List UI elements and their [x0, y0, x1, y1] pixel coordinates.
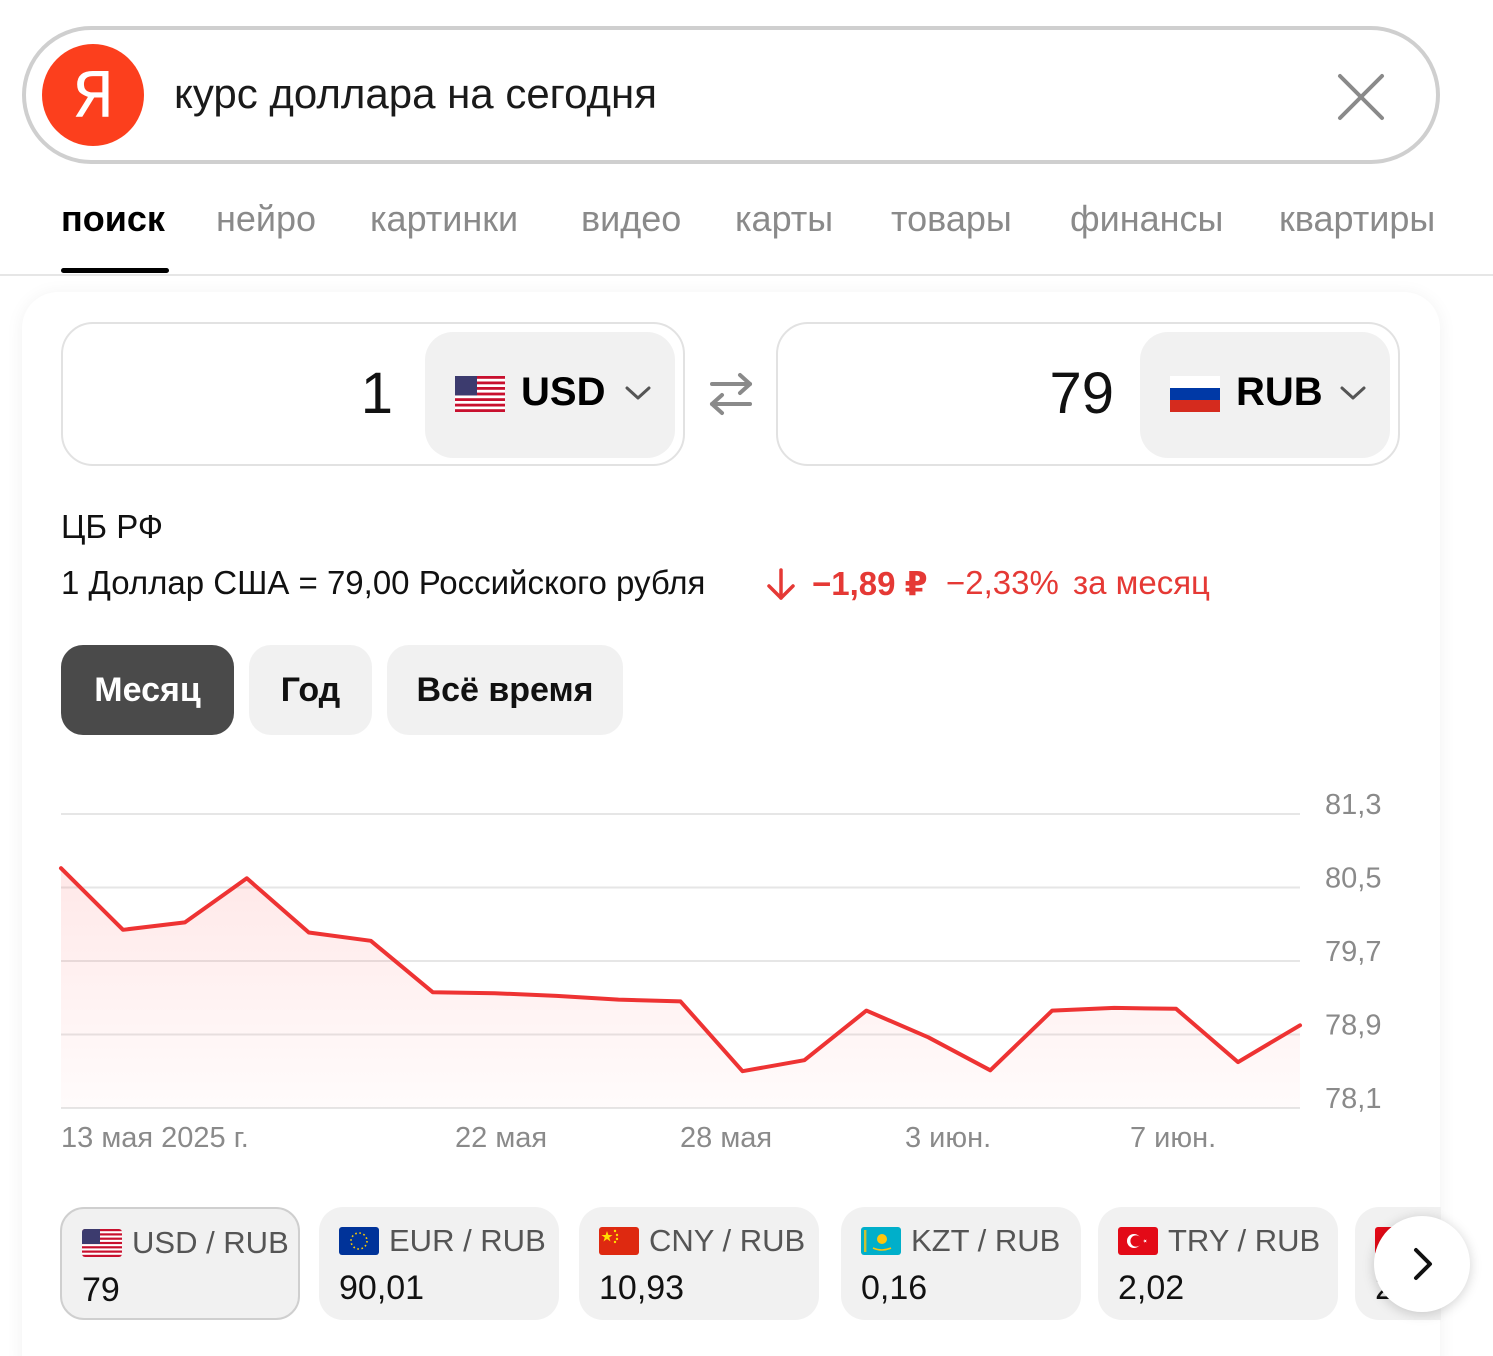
pair-kzt-rub[interactable]: KZT / RUB 0,16 [841, 1207, 1081, 1320]
rate-summary: 1 Доллар США = 79,00 Российского рубля [61, 564, 706, 601]
pair-eur-rub[interactable]: EUR / RUB 90,01 [319, 1207, 559, 1320]
y-tick-label: 78,9 [1325, 1010, 1381, 1042]
pair-name: TRY / RUB [1168, 1223, 1321, 1258]
scroll-next-button[interactable] [1374, 1216, 1470, 1312]
tab-images[interactable]: картинки [370, 198, 518, 240]
rate-source: ЦБ РФ [61, 508, 163, 545]
to-converter: 79 RUB [776, 322, 1400, 466]
pair-value: 2,02 [1118, 1269, 1185, 1307]
pair-name: USD / RUB [132, 1225, 289, 1260]
close-icon[interactable] [1334, 70, 1388, 124]
tab-video[interactable]: видео [581, 198, 681, 240]
from-amount-input[interactable]: 1 [361, 360, 393, 427]
chart-point[interactable] [244, 875, 250, 881]
pair-try-rub[interactable]: TRY / RUB 2,02 [1098, 1207, 1338, 1320]
swap-icon[interactable] [706, 372, 756, 416]
period-alltime-button[interactable]: Всё время [387, 645, 623, 735]
x-tick-label: 3 июн. [905, 1122, 991, 1154]
tab-goods[interactable]: товары [891, 198, 1012, 240]
x-tick-label: 13 мая 2025 г. [61, 1122, 249, 1154]
chart-point[interactable] [492, 990, 498, 996]
tab-search[interactable]: поиск [61, 198, 165, 240]
chart-point[interactable] [58, 865, 64, 871]
tab-neuro[interactable]: нейро [216, 198, 316, 240]
chart-point[interactable] [1111, 1005, 1117, 1011]
chart-point[interactable] [182, 919, 188, 925]
pair-name: EUR / RUB [389, 1223, 546, 1258]
pair-value: 0,16 [861, 1269, 928, 1307]
tr-flag-icon [1118, 1227, 1158, 1255]
search-bar[interactable]: Я курс доллара на сегодня [22, 26, 1440, 164]
us-flag-icon [455, 376, 505, 412]
tab-finance[interactable]: финансы [1070, 198, 1223, 240]
pair-value: 10,93 [599, 1269, 685, 1307]
chart-point[interactable] [987, 1067, 993, 1073]
y-tick-label: 78,1 [1325, 1083, 1381, 1115]
kz-flag-icon [861, 1227, 901, 1255]
x-tick-label: 22 мая [455, 1122, 547, 1154]
pair-name: CNY / RUB [649, 1223, 806, 1258]
x-tick-label: 7 июн. [1130, 1122, 1216, 1154]
chart-point[interactable] [678, 998, 684, 1004]
pair-usd-rub[interactable]: USD / RUB 79 [60, 1207, 300, 1320]
ru-flag-icon [1170, 376, 1220, 412]
chart-point[interactable] [1173, 1006, 1179, 1012]
rate-chart: 81,3 80,5 79,7 78,9 78,1 13 мая 2025 г. 22 ма… [58, 789, 1381, 1154]
change-period: за месяц [1073, 564, 1210, 601]
period-year-button[interactable]: Год [249, 645, 372, 735]
cn-flag-icon [599, 1227, 639, 1255]
chart-point[interactable] [863, 1008, 869, 1014]
chart-point[interactable] [368, 938, 374, 944]
from-converter: 1 USD [61, 322, 685, 466]
chart-point[interactable] [925, 1034, 931, 1040]
eu-flag-icon [339, 1227, 379, 1255]
us-flag-icon [82, 1229, 122, 1257]
period-month-button[interactable]: Месяц [61, 645, 234, 735]
chart-point[interactable] [616, 997, 622, 1003]
from-currency-select[interactable]: USD [425, 332, 675, 458]
chart-point[interactable] [306, 930, 312, 936]
tab-realty[interactable]: квартиры [1279, 198, 1435, 240]
chart-point[interactable] [120, 927, 126, 933]
chart-point[interactable] [1297, 1022, 1303, 1028]
change-absolute: −1,89 ₽ [812, 565, 928, 602]
chevron-right-icon [1414, 1248, 1432, 1280]
search-input[interactable]: курс доллара на сегодня [174, 70, 657, 118]
to-currency-select[interactable]: RUB [1140, 332, 1390, 458]
chart-point[interactable] [430, 989, 436, 995]
pair-value: 90,01 [339, 1269, 425, 1307]
chevron-down-icon [625, 386, 651, 400]
pair-cny-rub[interactable]: CNY / RUB 10,93 [579, 1207, 819, 1320]
active-tab-indicator [61, 268, 169, 273]
chart-point[interactable] [801, 1057, 807, 1063]
to-amount-input[interactable]: 79 [1049, 360, 1114, 427]
chart-point[interactable] [554, 993, 560, 999]
arrow-down-icon [767, 568, 795, 600]
pair-name: KZT / RUB [911, 1223, 1061, 1258]
y-tick-label: 81,3 [1325, 789, 1381, 821]
pair-value: 79 [82, 1271, 120, 1309]
yandex-logo[interactable]: Я [42, 44, 144, 146]
y-tick-label: 80,5 [1325, 863, 1381, 895]
x-tick-label: 28 мая [680, 1122, 772, 1154]
chart-area [61, 868, 1300, 1108]
search-tabs: поиск нейро картинки видео карты товары … [0, 180, 1493, 276]
tab-maps[interactable]: карты [735, 198, 833, 240]
change-percent: −2,33% [946, 564, 1059, 601]
chart-point[interactable] [739, 1068, 745, 1074]
chart-point[interactable] [1235, 1059, 1241, 1065]
from-currency-code: USD [521, 370, 606, 414]
to-currency-code: RUB [1236, 370, 1323, 414]
chevron-down-icon [1340, 386, 1366, 400]
chart-point[interactable] [1049, 1008, 1055, 1014]
y-tick-label: 79,7 [1325, 936, 1381, 968]
